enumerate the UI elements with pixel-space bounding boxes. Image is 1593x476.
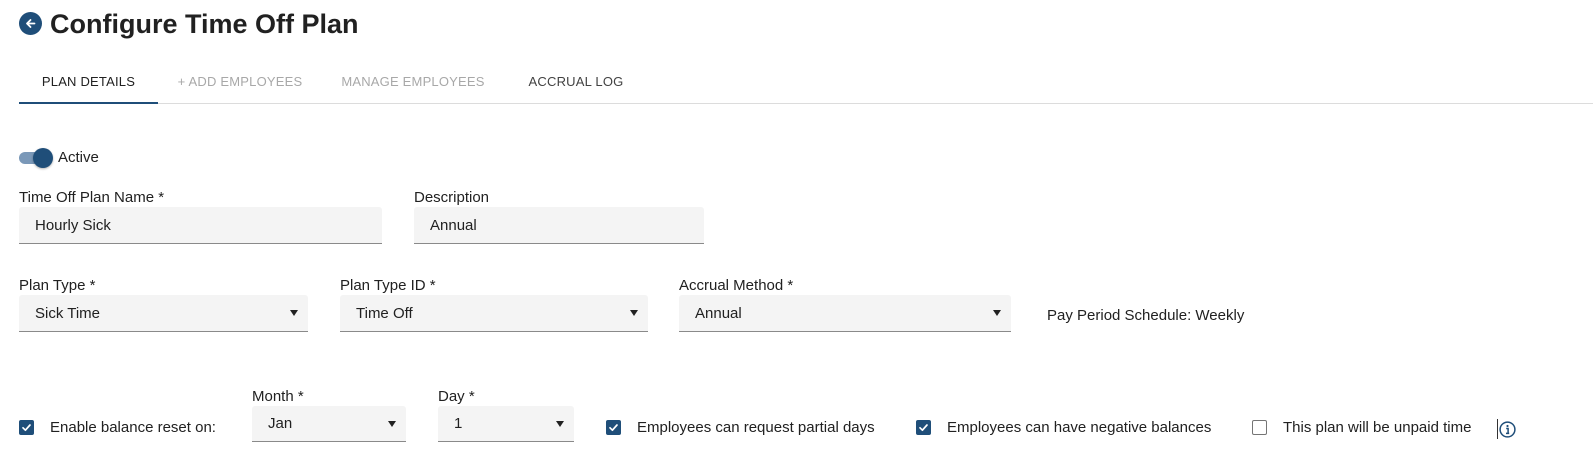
toggle-thumb [33, 148, 53, 168]
description-value: Annual [430, 216, 477, 234]
partial-days-label[interactable]: Employees can request partial days [637, 419, 875, 437]
tab-plan-details[interactable]: PLAN DETAILS [19, 60, 158, 104]
active-toggle-label: Active [58, 149, 99, 166]
partial-days-checkbox[interactable] [606, 420, 621, 435]
balance-reset-label[interactable]: Enable balance reset on: [50, 419, 216, 437]
check-icon [919, 424, 928, 432]
chevron-down-icon [993, 310, 1001, 316]
accrual-method-label: Accrual Method * [679, 277, 794, 294]
page-title: Configure Time Off Plan [50, 9, 359, 39]
accrual-method-value: Annual [695, 304, 742, 322]
plan-name-input[interactable]: Hourly Sick [19, 207, 382, 244]
tab-accrual-log[interactable]: ACCRUAL LOG [526, 60, 626, 103]
day-value: 1 [454, 415, 463, 432]
month-value: Jan [268, 415, 293, 432]
active-toggle[interactable] [19, 148, 53, 168]
check-icon [22, 424, 31, 432]
plan-type-id-select[interactable]: Time Off [340, 295, 648, 332]
unpaid-time-checkbox[interactable] [1252, 420, 1267, 435]
pay-period-schedule: Pay Period Schedule: Weekly [1047, 307, 1245, 324]
day-label: Day * [438, 388, 475, 405]
plan-type-id-value: Time Off [356, 304, 413, 322]
day-select[interactable]: 1 [438, 406, 574, 442]
month-select[interactable]: Jan [252, 406, 406, 442]
accrual-method-select[interactable]: Annual [679, 295, 1011, 332]
check-icon [609, 424, 618, 432]
plan-type-select[interactable]: Sick Time [19, 295, 308, 332]
tab-add-employees[interactable]: + ADD EMPLOYEES [175, 60, 305, 103]
info-icon[interactable] [1499, 421, 1516, 438]
negative-balances-label[interactable]: Employees can have negative balances [947, 419, 1211, 437]
back-button[interactable] [19, 12, 42, 35]
negative-balances-checkbox[interactable] [916, 420, 931, 435]
month-label: Month * [252, 388, 304, 405]
unpaid-time-label[interactable]: This plan will be unpaid time [1283, 419, 1471, 437]
tab-manage-employees[interactable]: MANAGE EMPLOYEES [341, 60, 485, 103]
chevron-down-icon [290, 310, 298, 316]
plan-type-label: Plan Type * [19, 277, 96, 294]
chevron-down-icon [556, 420, 564, 427]
plan-name-label: Time Off Plan Name * [19, 189, 165, 206]
tab-bar: PLAN DETAILS + ADD EMPLOYEES MANAGE EMPL… [19, 60, 1593, 104]
plan-type-id-label: Plan Type ID * [340, 277, 436, 294]
chevron-down-icon [388, 420, 396, 427]
plan-name-value: Hourly Sick [35, 216, 111, 234]
plan-type-value: Sick Time [35, 304, 101, 322]
balance-reset-checkbox[interactable] [19, 420, 34, 435]
description-input[interactable]: Annual [414, 207, 704, 244]
chevron-down-icon [630, 310, 638, 316]
text-cursor [1497, 419, 1498, 439]
description-label: Description [414, 189, 490, 206]
arrow-left-icon [26, 19, 36, 28]
